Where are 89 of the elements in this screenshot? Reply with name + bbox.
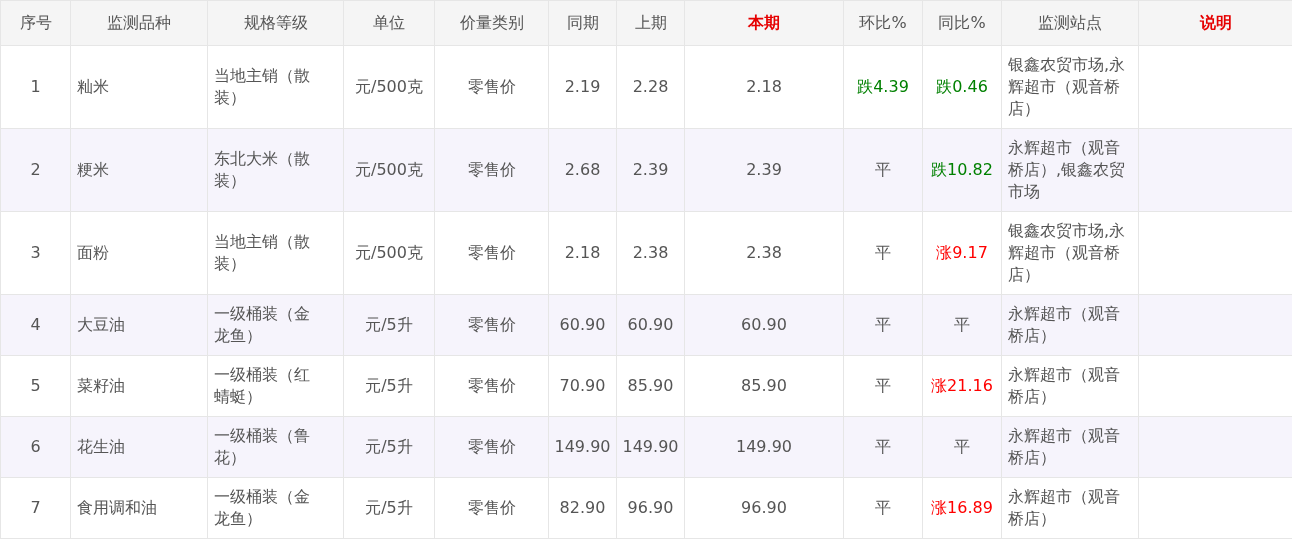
table-cell: 东北大米（散装） [207, 128, 344, 212]
column-header: 规格等级 [207, 0, 344, 46]
table-cell: 元/5升 [343, 355, 435, 417]
table-cell: 2.68 [548, 128, 617, 212]
table-cell: 6 [0, 416, 71, 478]
table-cell: 5 [0, 355, 71, 417]
table-cell: 96.90 [616, 477, 685, 539]
table-cell: 永辉超市（观音桥店） [1001, 477, 1139, 539]
table-cell: 2.39 [616, 128, 685, 212]
table-cell: 4 [0, 294, 71, 356]
table-cell: 60.90 [616, 294, 685, 356]
table-cell: 2.38 [684, 211, 844, 295]
table-cell: 跌4.39 [843, 45, 923, 129]
table-cell: 一级桶装（红蜻蜓） [207, 355, 344, 417]
table-cell: 7 [0, 477, 71, 539]
table-cell: 一级桶装（金龙鱼） [207, 477, 344, 539]
table-cell: 大豆油 [70, 294, 208, 356]
table-cell: 2.18 [684, 45, 844, 129]
table-cell: 零售价 [434, 294, 549, 356]
table-cell: 149.90 [616, 416, 685, 478]
table-cell: 跌10.82 [922, 128, 1002, 212]
column-header: 价量类别 [434, 0, 549, 46]
table-cell: 面粉 [70, 211, 208, 295]
table-cell: 60.90 [548, 294, 617, 356]
table-cell: 零售价 [434, 211, 549, 295]
table-cell: 2 [0, 128, 71, 212]
table-cell: 2.19 [548, 45, 617, 129]
table-cell: 一级桶装（鲁花） [207, 416, 344, 478]
column-header: 说明 [1138, 0, 1292, 46]
table-cell: 银鑫农贸市场,永辉超市（观音桥店） [1001, 45, 1139, 129]
table-cell: 元/5升 [343, 294, 435, 356]
table-cell: 当地主销（散装） [207, 211, 344, 295]
table-cell: 149.90 [684, 416, 844, 478]
table-cell: 平 [843, 211, 923, 295]
column-header: 同比% [922, 0, 1002, 46]
table-cell: 平 [843, 294, 923, 356]
column-header: 同期 [548, 0, 617, 46]
table-cell: 一级桶装（金龙鱼） [207, 294, 344, 356]
table-cell: 永辉超市（观音桥店）,银鑫农贸市场 [1001, 128, 1139, 212]
column-header: 上期 [616, 0, 685, 46]
table-cell: 3 [0, 211, 71, 295]
column-header: 序号 [0, 0, 71, 46]
table-cell: 涨21.16 [922, 355, 1002, 417]
column-header: 监测站点 [1001, 0, 1139, 46]
table-cell: 花生油 [70, 416, 208, 478]
table-cell: 元/5升 [343, 477, 435, 539]
table-cell: 零售价 [434, 477, 549, 539]
table-cell: 平 [922, 416, 1002, 478]
table-cell: 零售价 [434, 45, 549, 129]
table-cell: 70.90 [548, 355, 617, 417]
table-cell: 平 [843, 477, 923, 539]
column-header: 环比% [843, 0, 923, 46]
table-cell: 零售价 [434, 128, 549, 212]
table-cell: 元/500克 [343, 128, 435, 212]
table-cell: 永辉超市（观音桥店） [1001, 355, 1139, 417]
table-cell: 2.18 [548, 211, 617, 295]
table-cell: 银鑫农贸市场,永辉超市（观音桥店） [1001, 211, 1139, 295]
table-cell: 菜籽油 [70, 355, 208, 417]
table-cell: 零售价 [434, 355, 549, 417]
column-header: 单位 [343, 0, 435, 46]
table-cell: 平 [843, 416, 923, 478]
table-cell: 96.90 [684, 477, 844, 539]
table-cell: 149.90 [548, 416, 617, 478]
table-cell: 85.90 [616, 355, 685, 417]
table-cell: 1 [0, 45, 71, 129]
table-cell: 永辉超市（观音桥店） [1001, 416, 1139, 478]
table-cell: 平 [922, 294, 1002, 356]
table-cell: 60.90 [684, 294, 844, 356]
table-cell: 涨16.89 [922, 477, 1002, 539]
table-cell: 粳米 [70, 128, 208, 212]
table-cell: 元/5升 [343, 416, 435, 478]
table-cell: 永辉超市（观音桥店） [1001, 294, 1139, 356]
table-cell: 82.90 [548, 477, 617, 539]
table-cell: 涨9.17 [922, 211, 1002, 295]
table-cell: 元/500克 [343, 45, 435, 129]
table-cell: 2.28 [616, 45, 685, 129]
table-cell: 籼米 [70, 45, 208, 129]
table-cell: 平 [843, 128, 923, 212]
table-cell: 当地主销（散装） [207, 45, 344, 129]
table-cell: 元/500克 [343, 211, 435, 295]
table-cell: 2.38 [616, 211, 685, 295]
column-header: 本期 [684, 0, 844, 46]
table-cell: 2.39 [684, 128, 844, 212]
column-header: 监测品种 [70, 0, 208, 46]
table-cell: 平 [843, 355, 923, 417]
table-cell: 85.90 [684, 355, 844, 417]
table-cell: 零售价 [434, 416, 549, 478]
table-cell: 跌0.46 [922, 45, 1002, 129]
table-cell: 食用调和油 [70, 477, 208, 539]
